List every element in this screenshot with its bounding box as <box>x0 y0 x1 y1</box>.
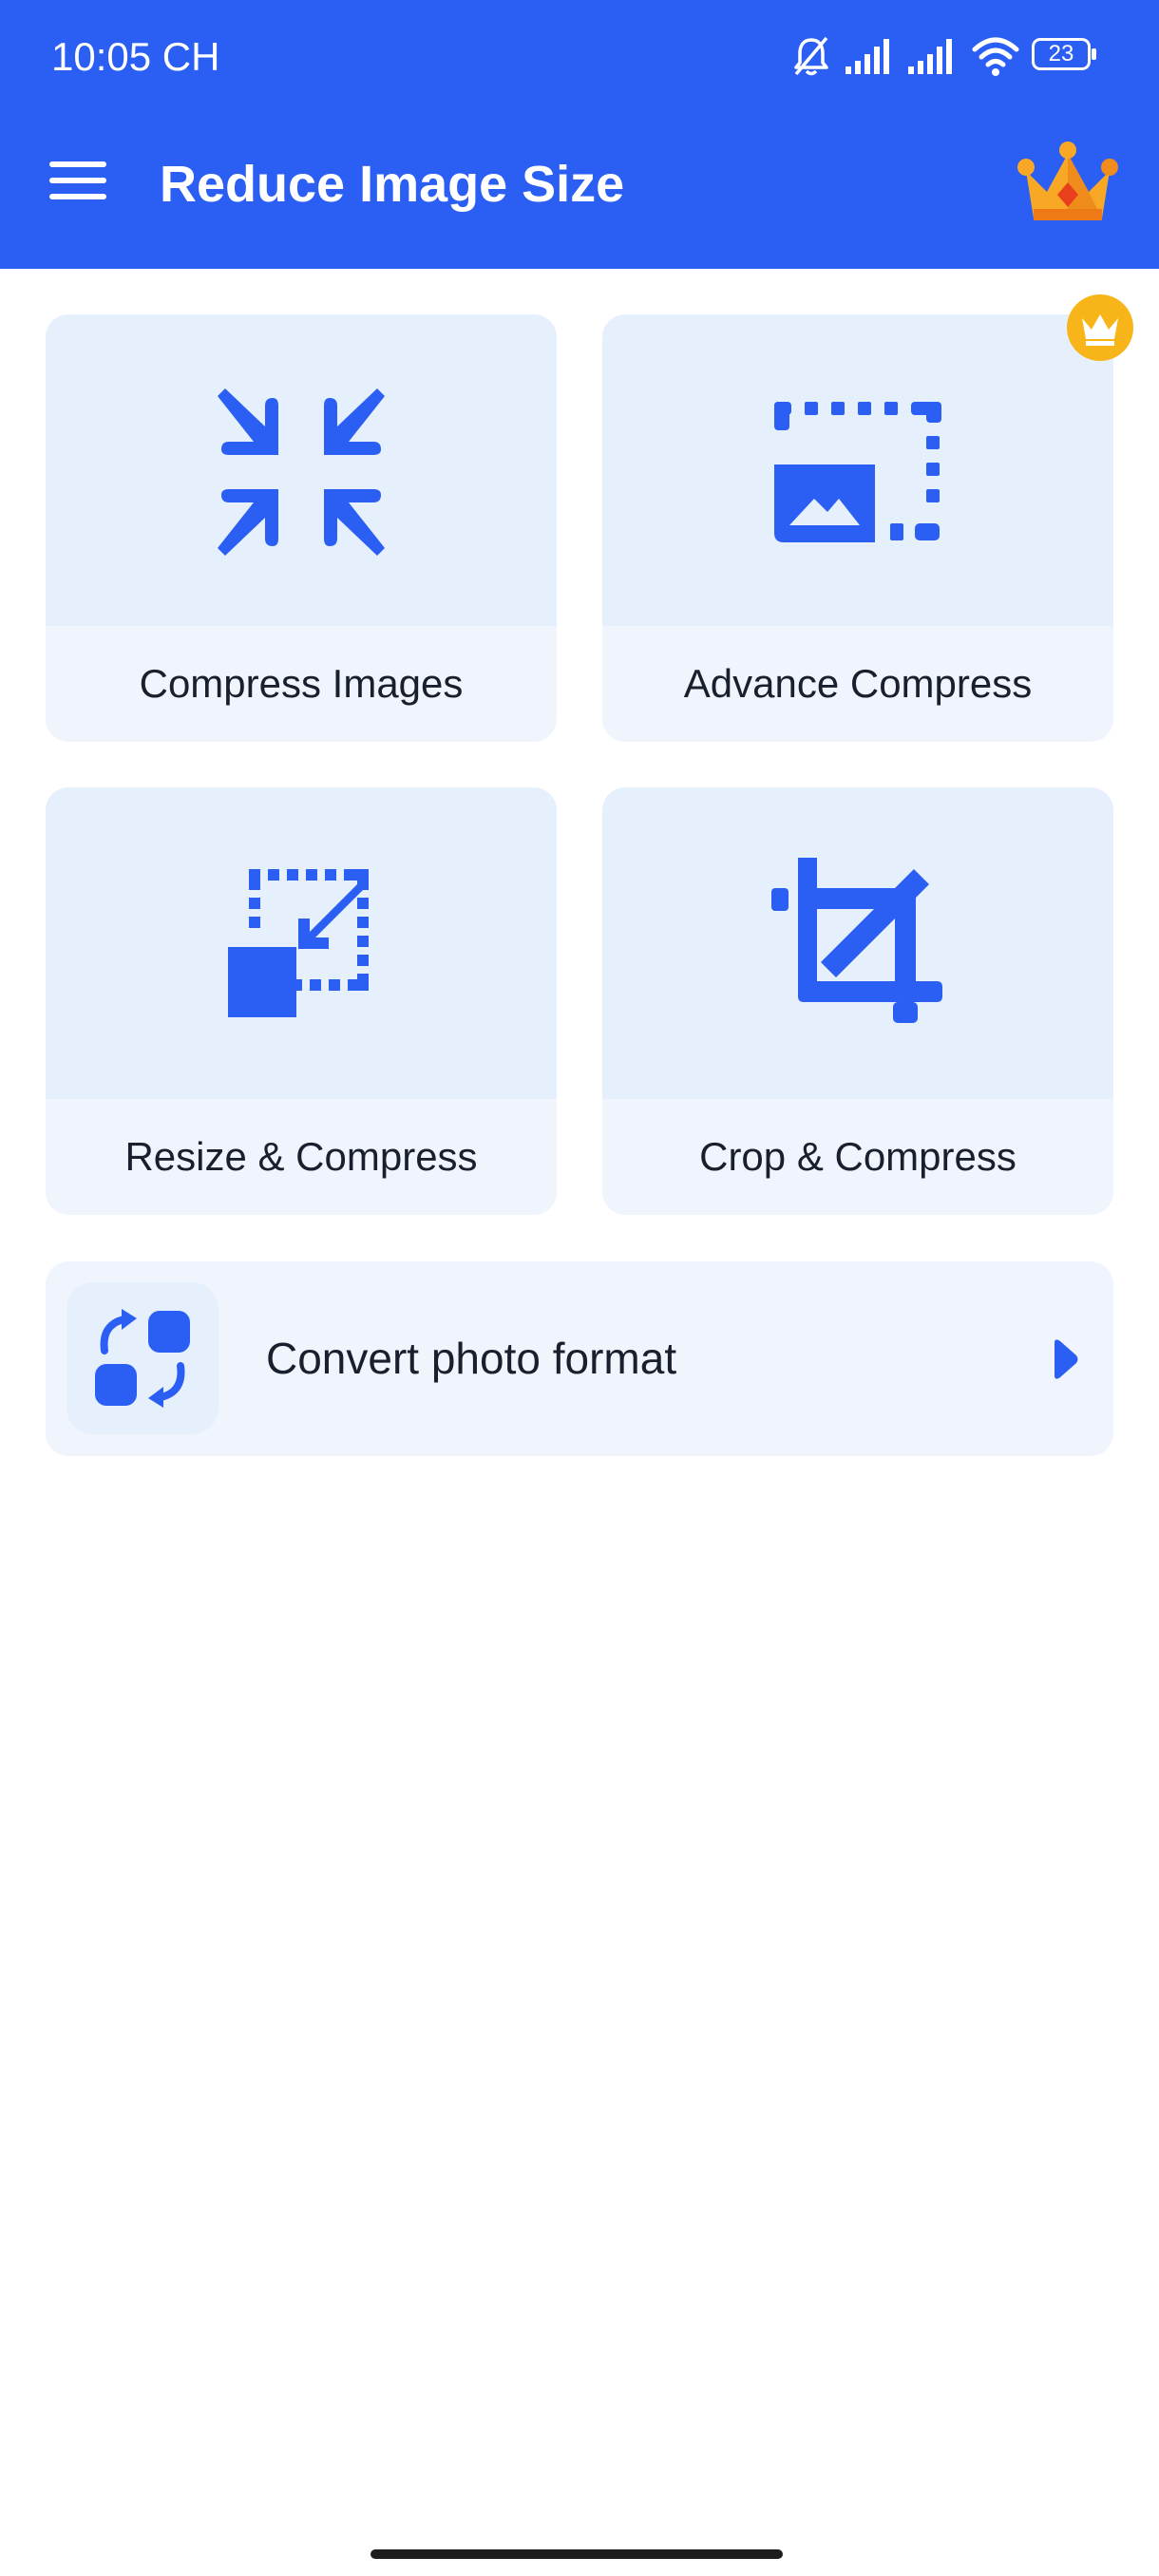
bell-off-icon <box>794 36 828 76</box>
convert-icon-container <box>66 1282 218 1434</box>
crown-icon <box>1017 142 1118 220</box>
signal-icon <box>908 39 952 74</box>
status-icons: 23 <box>790 34 1104 78</box>
convert-label: Convert photo format <box>266 1334 677 1383</box>
card-icon-area <box>602 787 1113 1099</box>
compress-images-card[interactable]: Compress Images <box>46 314 557 742</box>
status-time: 10:05 CH <box>51 34 220 79</box>
convert-format-icon <box>95 1309 190 1408</box>
page-title: Reduce Image Size <box>160 156 625 213</box>
card-icon-area <box>46 314 557 626</box>
menu-button[interactable] <box>49 158 110 203</box>
premium-badge <box>1067 294 1133 361</box>
crop-compress-card[interactable]: Crop & Compress <box>602 787 1113 1215</box>
convert-photo-format-row[interactable]: Convert photo format <box>46 1261 1113 1456</box>
advance-compress-card[interactable]: Advance Compress <box>602 314 1113 742</box>
crown-icon <box>1082 314 1118 346</box>
card-icon-area <box>602 314 1113 626</box>
tool-label: Compress Images <box>139 661 464 706</box>
resize-compress-card[interactable]: Resize & Compress <box>46 787 557 1215</box>
card-icon-area <box>46 787 557 1099</box>
signal-icon <box>846 39 889 74</box>
home-indicator[interactable] <box>370 2549 783 2559</box>
tool-label: Advance Compress <box>683 661 1033 706</box>
compress-arrows-icon <box>218 388 385 556</box>
tool-label: Crop & Compress <box>699 1134 1016 1179</box>
tool-label: Resize & Compress <box>124 1134 478 1179</box>
battery-level: 23 <box>1048 41 1074 66</box>
play-arrow-icon <box>1054 1339 1078 1379</box>
resize-icon <box>228 869 369 1017</box>
dashed-image-icon <box>774 402 941 542</box>
app-bar: 10:05 CH 23 Reduce Image Size <box>0 0 1159 269</box>
battery-icon: 23 <box>1032 38 1096 72</box>
premium-button[interactable] <box>1015 141 1121 232</box>
crop-icon <box>771 858 942 1023</box>
hamburger-menu-icon <box>49 158 110 203</box>
wifi-icon <box>972 37 1019 76</box>
